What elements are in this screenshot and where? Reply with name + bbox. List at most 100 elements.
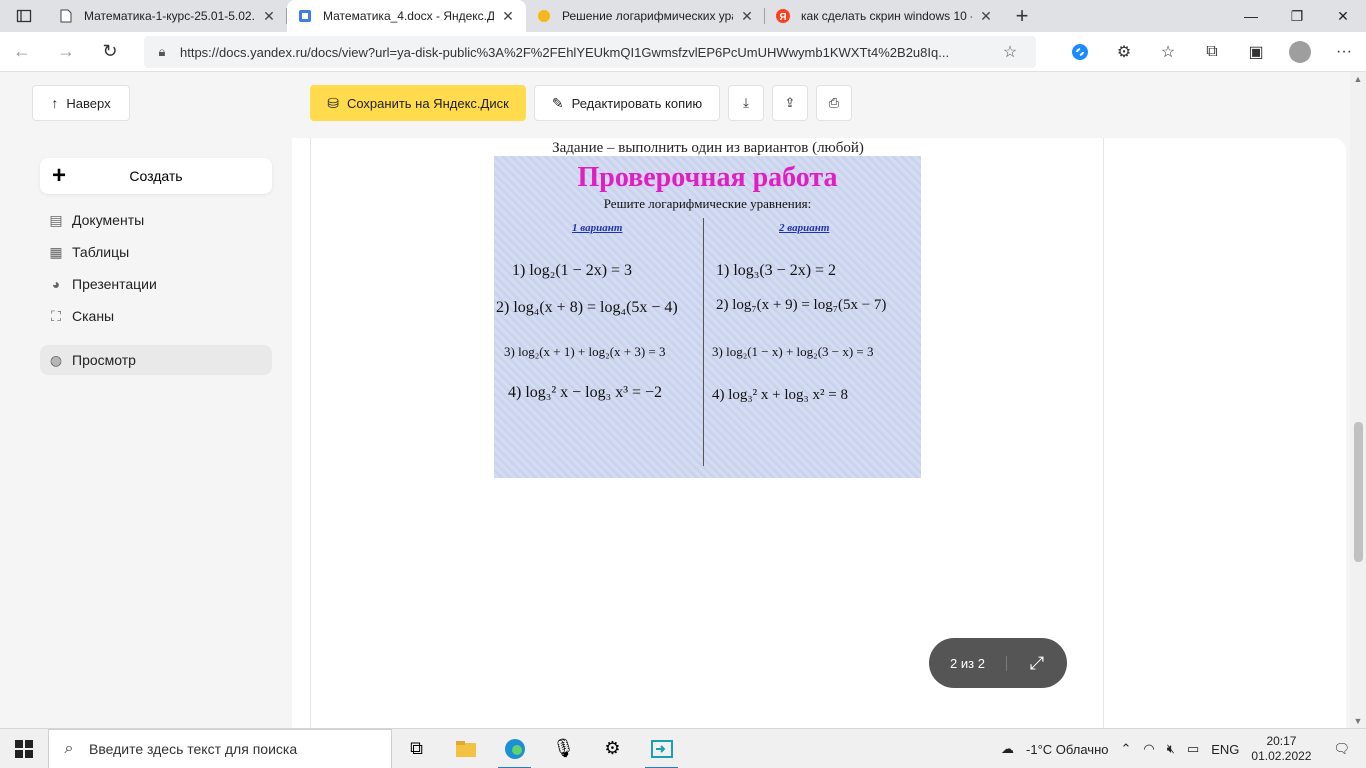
sidebar-item-documents[interactable]: ▤ Документы xyxy=(40,205,272,235)
new-tab-button[interactable]: + xyxy=(1004,0,1040,32)
clock-time: 20:17 xyxy=(1266,734,1297,748)
clock[interactable]: 20:17 01.02.2022 xyxy=(1245,734,1317,764)
sidebar-item-tables[interactable]: ▦ Таблицы xyxy=(40,237,272,267)
tab-actions-icon xyxy=(16,9,32,23)
close-window-button[interactable]: ✕ xyxy=(1320,0,1366,32)
scan-icon: ⛶ xyxy=(51,307,61,324)
equation: 1) log₂(1 − 2x) = 3 xyxy=(512,262,633,279)
windows-logo-icon xyxy=(15,739,33,758)
equation: 3) log₂(1 − x) + log₂(3 − x) = 3 xyxy=(712,344,874,359)
disk-icon: ⛁ xyxy=(327,94,339,111)
favorites-icon[interactable]: ☆ xyxy=(1146,32,1190,72)
screenshot-icon[interactable]: ▣ xyxy=(1234,32,1278,72)
equation: 3) log₂(x + 1) + log₂(x + 3) = 3 xyxy=(504,344,666,359)
browser-tab[interactable]: Я как сделать скрин windows 10 - ✕ xyxy=(765,0,1004,32)
refresh-icon: ↻ xyxy=(102,41,118,61)
close-tab-icon[interactable]: ✕ xyxy=(500,8,516,25)
network-icon[interactable]: ◠ xyxy=(1137,741,1160,757)
page-count-text: 2 из 2 xyxy=(929,655,1007,671)
equation: 4) log₃² x + log₃ x² = 8 xyxy=(712,387,848,403)
system-tray: ☁ -1°C Облачно ⌃ ◠ 🔇︎ ▭ ENG 20:17 01.02.… xyxy=(995,729,1366,768)
tab-title: Математика_4.docx - Яндекс.До xyxy=(323,9,494,23)
refresh-button[interactable]: ↻ xyxy=(88,32,132,72)
task-text: Задание – выполнить один из вариантов (л… xyxy=(552,140,864,156)
save-to-disk-label: Сохранить на Яндекс.Диск xyxy=(346,95,509,111)
save-to-disk-button[interactable]: ⛁ Сохранить на Яндекс.Диск xyxy=(310,85,526,121)
print-button[interactable]: ⎙ xyxy=(816,85,852,121)
print-icon: ⎙ xyxy=(828,95,840,110)
share-button[interactable]: ⇪ xyxy=(772,85,808,121)
edge-icon[interactable] xyxy=(490,729,539,768)
equation: 2) log₇(x + 9) = log₇(5x − 7) xyxy=(716,297,887,313)
shazam-extension-icon[interactable] xyxy=(1058,32,1102,72)
variant-divider xyxy=(703,218,704,466)
window-controls: — ❐ ✕ xyxy=(1228,0,1366,32)
edit-copy-label: Редактировать копию xyxy=(571,95,703,111)
volume-icon[interactable]: 🔇︎ xyxy=(1161,741,1181,757)
settings-icon[interactable]: ⚙ xyxy=(588,729,637,768)
weather-text[interactable]: -1°C Облачно xyxy=(1020,742,1114,757)
vertical-scrollbar[interactable]: ▲ ▼ xyxy=(1350,72,1366,728)
back-arrow-icon: ← xyxy=(13,41,31,61)
collections-icon[interactable]: ⧉ xyxy=(1190,32,1234,72)
scrollbar-thumb[interactable] xyxy=(1354,422,1363,562)
weather-icon[interactable]: ☁ xyxy=(995,741,1020,757)
browser-tab[interactable]: Решение логарифмических ура ✕ xyxy=(526,0,765,32)
browser-tab-strip: Математика-1-курс-25.01-5.02.d ✕ Математ… xyxy=(0,0,1366,32)
close-tab-icon[interactable]: ✕ xyxy=(978,8,994,25)
minimize-button[interactable]: — xyxy=(1228,0,1274,32)
svg-text:Я: Я xyxy=(779,12,786,23)
scroll-up-arrow-icon[interactable]: ▲ xyxy=(1350,74,1366,84)
download-icon: ⤓ xyxy=(743,95,749,110)
close-tab-icon[interactable]: ✕ xyxy=(261,8,277,25)
microphone-icon[interactable]: 🎙︎ xyxy=(539,729,588,768)
restore-button[interactable]: ❐ xyxy=(1274,0,1320,32)
more-menu-icon[interactable]: ··· xyxy=(1322,32,1366,72)
browser-tab-active[interactable]: Математика_4.docx - Яндекс.До ✕ xyxy=(287,0,526,32)
sidebar-item-scans[interactable]: ⛶ Сканы xyxy=(40,301,272,331)
url-text[interactable]: https://docs.yandex.ru/docs/view?url=ya-… xyxy=(180,45,990,60)
sidebar-item-label: Таблицы xyxy=(72,244,130,260)
taskbar-search-box[interactable]: ⌕ Введите здесь текст для поиска xyxy=(48,728,392,768)
fullscreen-icon[interactable]: ⤢ xyxy=(1007,653,1067,674)
scroll-down-arrow-icon[interactable]: ▼ xyxy=(1350,716,1366,726)
lock-icon: 🔒︎ xyxy=(158,44,166,59)
download-button[interactable]: ⤓ xyxy=(728,85,764,121)
back-button[interactable]: ← xyxy=(0,32,44,72)
browser-tab[interactable]: Математика-1-курс-25.01-5.02.d ✕ xyxy=(48,0,287,32)
plus-icon: + xyxy=(51,162,66,189)
share-icon: ⇪ xyxy=(784,95,796,110)
forward-button[interactable]: → xyxy=(44,32,88,72)
tab-title: как сделать скрин windows 10 - xyxy=(801,9,972,23)
page-counter: 2 из 2 ⤢ xyxy=(929,638,1067,688)
worksheet-subtitle: Решите логарифмические уравнения: xyxy=(603,196,812,211)
globe-icon: ◍ xyxy=(49,351,63,368)
address-bar[interactable]: 🔒︎ https://docs.yandex.ru/docs/view?url=… xyxy=(144,36,1036,68)
create-button[interactable]: + Создать xyxy=(40,158,272,194)
edit-copy-button[interactable]: ✎ Редактировать копию xyxy=(534,85,720,121)
show-hidden-icons[interactable]: ⌃ xyxy=(1115,741,1138,757)
sidebar: + Создать ▤ Документы ▦ Таблицы ◕ Презен… xyxy=(20,138,292,728)
sidebar-item-label: Презентации xyxy=(72,276,157,292)
profile-avatar[interactable] xyxy=(1289,41,1311,63)
language-indicator[interactable]: ENG xyxy=(1205,742,1245,757)
battery-icon[interactable]: ▭ xyxy=(1181,741,1205,757)
app-window-icon[interactable] xyxy=(637,729,686,768)
add-favorite-icon[interactable]: ☆ xyxy=(990,42,1030,62)
scroll-up-label: Наверх xyxy=(66,95,111,111)
extensions-icon[interactable]: ⚙︎ xyxy=(1102,32,1146,72)
document-icon: ▤ xyxy=(49,211,63,228)
create-label: Создать xyxy=(129,168,183,184)
sidebar-item-presentations[interactable]: ◕ Презентации xyxy=(40,269,272,299)
tab-actions-button[interactable] xyxy=(0,0,48,32)
sidebar-item-label: Сканы xyxy=(72,308,115,324)
search-placeholder: Введите здесь текст для поиска xyxy=(89,740,298,757)
task-view-icon[interactable]: ⧉ xyxy=(392,729,441,768)
orange-circle-icon xyxy=(536,8,552,24)
close-tab-icon[interactable]: ✕ xyxy=(739,8,755,25)
scroll-up-button[interactable]: ↑ Наверх xyxy=(32,85,130,121)
start-button[interactable] xyxy=(0,729,48,768)
notifications-icon[interactable]: 🗨 xyxy=(1317,741,1366,757)
file-explorer-icon[interactable] xyxy=(441,729,490,768)
sidebar-item-view[interactable]: ◍ Просмотр xyxy=(40,345,272,375)
